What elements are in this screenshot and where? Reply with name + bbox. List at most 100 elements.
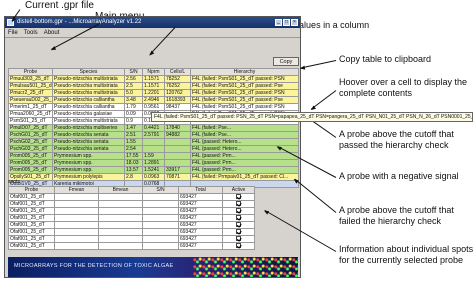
column-header-cells[interactable]: Cells/L — [164, 68, 191, 76]
active-cell[interactable] — [222, 235, 255, 243]
spot-row[interactable]: Ofaf001_25_dT 693427 — [8, 207, 255, 215]
table-cell[interactable]: Pseudo-nitzschia multistriata — [52, 82, 125, 90]
table-cell[interactable]: 2.54 — [124, 145, 143, 153]
table-cell[interactable]: Pseudo-nitzschia multistriata — [52, 117, 125, 125]
table-cell[interactable]: Pmua2060_25_dT — [8, 110, 53, 118]
spot-row[interactable]: Ofaf001_25_dT 693427 — [8, 200, 255, 208]
active-checkbox[interactable] — [236, 222, 241, 228]
table-cell[interactable]: 2.51 — [124, 131, 143, 139]
active-checkbox[interactable] — [236, 243, 241, 249]
spot-row[interactable]: Ofaf001_25_dT 693427 — [8, 242, 255, 250]
active-cell[interactable] — [222, 207, 255, 215]
table-cell[interactable]: 1.5241 — [142, 166, 165, 174]
active-checkbox[interactable] — [236, 201, 241, 207]
spot-column-sn[interactable]: S/N — [142, 186, 179, 194]
menu-about[interactable]: About — [44, 28, 60, 37]
spot-column-fmean[interactable]: Fmean — [54, 186, 99, 194]
table-cell[interactable]: 120762 — [164, 89, 191, 97]
table-cell[interactable] — [164, 138, 191, 146]
column-header-probe[interactable]: Probe — [8, 68, 53, 76]
active-cell[interactable] — [222, 200, 255, 208]
table-cell[interactable]: 1.47 — [124, 124, 143, 132]
table-cell[interactable]: F4L (failed: PsmS01_25_dT passed: PSN — [190, 89, 299, 97]
table-cell[interactable]: Pseudo-nitzschia calliantha — [52, 96, 125, 104]
active-cell[interactable] — [222, 242, 255, 250]
table-cell[interactable]: F4L (failed: PsmS01_25_dT passed: PSN — [190, 75, 299, 83]
column-header-sn[interactable]: S/N — [124, 68, 143, 76]
table-cell[interactable] — [164, 152, 191, 160]
spot-row[interactable]: Ofaf001_25_dT 693427 — [8, 235, 255, 243]
table-cell[interactable]: Pseudo-nitzschia seriata — [52, 138, 125, 146]
table-cell[interactable]: Pmuul303_25_dT — [8, 75, 53, 83]
minimize-icon[interactable]: _ — [275, 19, 282, 26]
table-cell[interactable]: 2.4946 — [142, 96, 165, 104]
table-cell[interactable]: Prom005_25_dT — [8, 152, 53, 160]
spot-column-total[interactable]: Total — [178, 186, 223, 194]
spot-column-active[interactable]: Active — [222, 186, 255, 194]
table-row[interactable]: PschG01_25_dT Pseudo-nitzschia seriata 2.5… — [8, 131, 299, 139]
table-cell[interactable]: Pseudo-nitzschia multistriata — [52, 75, 125, 83]
table-cell[interactable]: PschG02_25_dT — [8, 138, 53, 146]
table-cell[interactable]: F4L (failed: PsmS01_25_dT passed: PSN — [190, 103, 299, 111]
table-cell[interactable]: Pseudo-nitzschia galaxiae — [52, 110, 125, 118]
table-cell[interactable]: PschG01_25_dT — [8, 131, 53, 139]
table-row[interactable]: Prom005_25_dT Prymnesium spp. 13.57 1.5241 3… — [8, 166, 299, 174]
table-row[interactable]: PmulD07_25_dT Pseudo-nitzschia multiserie… — [8, 124, 299, 132]
spot-row[interactable]: Ofaf001_25_dT 693427 — [8, 228, 255, 236]
spot-row[interactable]: Ofaf001_25_dT 693427 — [8, 214, 255, 222]
table-cell[interactable]: 18.03 — [124, 159, 143, 167]
table-cell[interactable]: Prymnesium spp. — [52, 159, 125, 167]
maximize-icon[interactable]: □ — [283, 19, 290, 26]
active-cell[interactable] — [222, 193, 255, 201]
column-header-species[interactable]: Species — [52, 68, 125, 76]
table-row[interactable]: Pmuul303_25_dT Pseudo-nitzschia multistri… — [8, 75, 299, 83]
table-cell[interactable] — [164, 159, 191, 167]
table-cell[interactable]: 2.5 — [124, 82, 143, 90]
table-cell[interactable]: F4L (failed: PsmS01_25_dT passed: Pse — [190, 82, 299, 90]
table-cell[interactable]: Prom005_25_dT — [8, 166, 53, 174]
table-cell[interactable] — [142, 145, 165, 153]
table-cell[interactable]: Prom005_25_dT — [8, 159, 53, 167]
table-cell[interactable]: 1.2891 — [142, 159, 165, 167]
table-cell[interactable]: 2.56 — [124, 75, 143, 83]
table-cell[interactable]: Prymnesium spp. — [52, 166, 125, 174]
table-cell[interactable]: PschG03_25_dT — [8, 145, 53, 153]
table-cell[interactable]: 0.9561 — [142, 103, 165, 111]
table-cell[interactable]: Pmucr2_25_dT — [8, 89, 53, 97]
spot-column-bmean[interactable]: Bmean — [98, 186, 143, 194]
spot-column-probe[interactable]: Probe — [8, 186, 55, 194]
table-cell[interactable]: 17.55 — [124, 152, 143, 160]
table-cell[interactable]: 3.48 — [124, 96, 143, 104]
table-cell[interactable]: 94882 — [164, 131, 191, 139]
table-cell[interactable]: 1.55 — [124, 138, 143, 146]
table-cell[interactable]: 1.1571 — [142, 75, 165, 83]
active-cell[interactable] — [222, 228, 255, 236]
table-cell[interactable]: 1618393 — [164, 96, 191, 104]
table-cell[interactable]: F4L (passed: Prm... — [190, 159, 299, 167]
table-row[interactable]: Prom005_25_dT Prymnesium spp. 17.55 1.59 F4L… — [8, 152, 299, 160]
table-cell[interactable]: 0.4421 — [142, 124, 165, 132]
table-cell[interactable]: 1.1571 — [142, 82, 165, 90]
table-cell[interactable] — [164, 145, 191, 153]
table-row[interactable]: PschG03_25_dT Pseudo-nitzschia seriata 2.5… — [8, 145, 299, 153]
close-icon[interactable]: × — [291, 19, 298, 26]
table-cell[interactable]: 0.09 — [124, 110, 143, 118]
table-cell[interactable]: 76252 — [164, 82, 191, 90]
table-cell[interactable]: 98437 — [164, 103, 191, 111]
column-header-hierarchy[interactable]: Hierarchy — [190, 68, 299, 76]
table-cell[interactable]: 1.59 — [142, 152, 165, 160]
table-cell[interactable]: 2.5791 — [142, 131, 165, 139]
active-cell[interactable] — [222, 221, 255, 229]
table-cell[interactable]: F4L (failed: Prmpaiv01_25_dT passed: Cl.… — [190, 173, 299, 181]
active-cell[interactable] — [222, 214, 255, 222]
menu-file[interactable]: File — [8, 28, 18, 37]
table-cell[interactable]: PsmS01_25_dT — [8, 117, 53, 125]
table-cell[interactable]: Pseudo-nitzschia multiseries — [52, 124, 125, 132]
active-checkbox[interactable] — [236, 229, 241, 235]
menu-tools[interactable]: Tools — [24, 28, 38, 37]
column-header-nprm[interactable]: Nprm — [142, 68, 165, 76]
table-cell[interactable]: F4L (passed: Prm... — [190, 166, 299, 174]
table-cell[interactable]: Pmerim1_25_dT — [8, 103, 53, 111]
table-cell[interactable]: 5.0 — [124, 89, 143, 97]
table-cell[interactable]: Prymnesium polylepis — [52, 173, 125, 181]
